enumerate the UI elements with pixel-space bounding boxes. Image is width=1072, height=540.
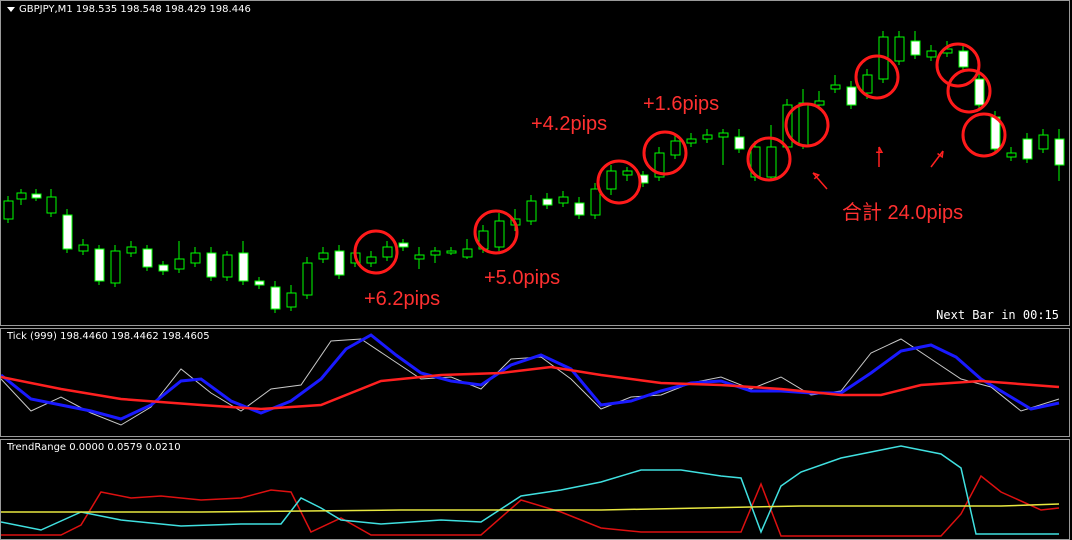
candle-body [174, 258, 185, 270]
candle-body [766, 146, 777, 178]
arrow-line [930, 150, 944, 168]
dropdown-arrow-icon[interactable] [7, 6, 15, 12]
candle-body [318, 252, 329, 260]
next-bar-timer: Next Bar in 00:15 [936, 308, 1059, 322]
total-pips-label: 合計 24.0pips [842, 202, 964, 224]
candle-body [830, 84, 841, 90]
tick-header: Tick (999) 198.4460 198.4462 198.4605 [7, 331, 210, 342]
candle-body [686, 138, 697, 144]
candle-body [110, 250, 121, 284]
candle-body [574, 202, 585, 216]
candle-body [910, 40, 921, 56]
candle-body [590, 188, 601, 216]
candle-body [366, 256, 377, 264]
arrow-line [812, 172, 828, 190]
pips-label-4: +1.6pips [643, 93, 720, 115]
candle-body [398, 242, 409, 248]
candle-body [894, 36, 905, 62]
candle-body [238, 252, 249, 282]
candle-body [142, 248, 153, 268]
candle-body [542, 198, 553, 206]
candle-body [526, 200, 537, 222]
candle-body [270, 286, 281, 310]
candle-body [334, 250, 345, 276]
candle-body [222, 254, 233, 278]
trendrange-indicator-pane[interactable]: TrendRange 0.0000 0.0579 0.0210 [0, 439, 1070, 540]
candle-body [16, 192, 27, 200]
candle-body [718, 132, 729, 138]
candle-body [414, 254, 425, 260]
tick-slow-line [1, 365, 1060, 411]
candle-body [1038, 134, 1049, 150]
candle-body [3, 200, 14, 220]
candle-body [926, 50, 937, 58]
symbol-header-text: GBPJPY,M1 198.535 198.548 198.429 198.44… [19, 4, 251, 15]
candle-body [286, 292, 297, 308]
candle-body [622, 170, 633, 176]
trendrange-header: TrendRange 0.0000 0.0579 0.0210 [7, 442, 181, 453]
candle-body [1006, 152, 1017, 158]
tick-indicator-chart [1, 333, 1060, 426]
candle-body [158, 264, 169, 272]
candle-body [302, 262, 313, 296]
candle-body [862, 74, 873, 94]
tick-fast-line [1, 333, 1060, 421]
candle-body [1054, 138, 1065, 166]
candle-body [798, 102, 809, 146]
candle-body [558, 196, 569, 204]
candle-body [31, 193, 42, 199]
candle-body [446, 250, 457, 254]
trade-circle [935, 42, 981, 88]
candle-body [382, 246, 393, 258]
candle-body [254, 280, 265, 286]
candle-body [206, 252, 217, 278]
candle-body [958, 50, 969, 68]
candle-body [974, 78, 985, 106]
candle-body [78, 244, 89, 252]
candle-body [62, 214, 73, 250]
candle-body [734, 136, 745, 150]
candle-body [462, 248, 473, 258]
candle-body [190, 252, 201, 264]
symbol-header: GBPJPY,M1 198.535 198.548 198.429 198.44… [7, 4, 251, 15]
candle-body [494, 220, 505, 248]
price-chart-pane[interactable]: GBPJPY,M1 198.535 198.548 198.429 198.44… [0, 0, 1070, 326]
candle-body [702, 134, 713, 140]
candle-body [670, 140, 681, 156]
candle-body [126, 246, 137, 254]
candle-body [606, 170, 617, 190]
trendrange-cyan-line [1, 445, 1059, 535]
trendrange-yellow-line [1, 503, 1060, 513]
candle-body [46, 196, 57, 214]
candle-body [430, 250, 441, 256]
tick-indicator-pane[interactable]: Tick (999) 198.4460 198.4462 198.4605 [0, 328, 1070, 437]
candle-body [1022, 138, 1033, 160]
trendrange-indicator-chart [1, 445, 1060, 537]
pips-label-3: +4.2pips [531, 113, 608, 135]
pips-label-2: +5.0pips [484, 267, 561, 289]
candle-body [814, 100, 825, 106]
trade-circle [854, 54, 900, 100]
pips-label-1: +6.2pips [364, 288, 441, 310]
trade-circle [596, 159, 642, 205]
candle-body [846, 86, 857, 106]
candle-body [94, 248, 105, 282]
